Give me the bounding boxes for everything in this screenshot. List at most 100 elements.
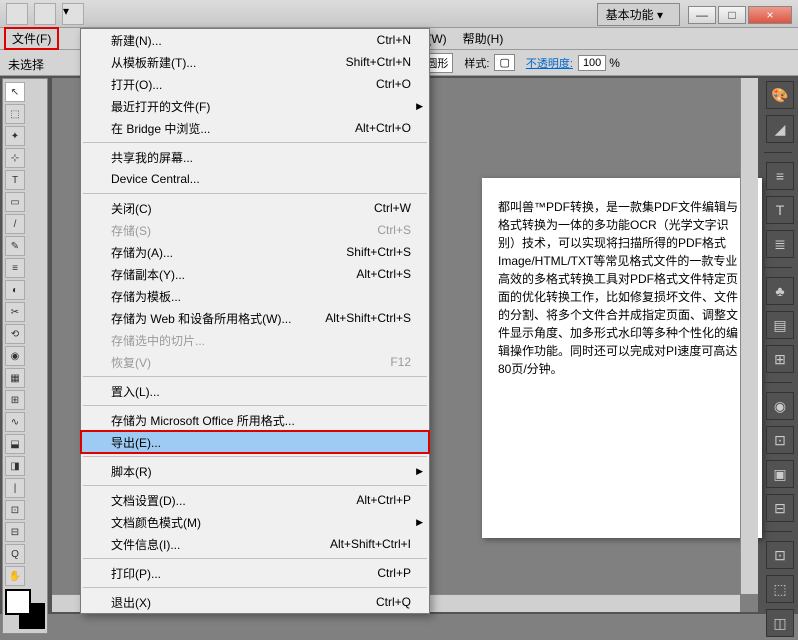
minimize-button[interactable]: —	[688, 6, 716, 24]
submenu-arrow-icon: ▶	[416, 466, 423, 477]
menu-item-label: 存储(S)	[111, 222, 377, 239]
panel-icon-8[interactable]: ◉	[766, 392, 794, 420]
tool-6[interactable]: /	[5, 214, 25, 234]
menu-item-shortcut: Ctrl+P	[377, 566, 411, 580]
right-panel-dock: 🎨 ◢ ≡ T ≣ ♣ ▤ ⊞ ◉ ⊡ ▣ ⊟ ⊡ ⬚ ◫	[764, 78, 796, 640]
menu-item-26[interactable]: 文档颜色模式(M)▶	[81, 511, 429, 533]
menu-item-shortcut: Alt+Ctrl+O	[355, 121, 411, 135]
panel-icon-2[interactable]: ≡	[766, 162, 794, 190]
menu-separator	[83, 558, 427, 559]
menu-item-0[interactable]: 新建(N)...Ctrl+N	[81, 29, 429, 51]
menu-item-7[interactable]: Device Central...	[81, 168, 429, 190]
tool-10[interactable]: ✂	[5, 302, 25, 322]
menu-separator	[83, 376, 427, 377]
tool-18[interactable]: |	[5, 478, 25, 498]
tool-9[interactable]: ◐	[5, 280, 25, 300]
vertical-scrollbar[interactable]	[740, 78, 758, 594]
style-field[interactable]: ▢	[494, 54, 514, 71]
tool-16[interactable]: ⬓	[5, 434, 25, 454]
menu-separator	[83, 587, 427, 588]
menu-file[interactable]: 文件(F)	[4, 27, 59, 50]
menu-item-1[interactable]: 从模板新建(T)...Shift+Ctrl+N	[81, 51, 429, 73]
tool-14[interactable]: ⊞	[5, 390, 25, 410]
panel-icon-6[interactable]: ▤	[766, 311, 794, 339]
menu-item-shortcut: Shift+Ctrl+S	[346, 245, 411, 259]
arrange-icon[interactable]	[34, 3, 56, 25]
maximize-button[interactable]: □	[718, 6, 746, 24]
panel-icon-1[interactable]: ◢	[766, 115, 794, 143]
menu-item-label: Device Central...	[111, 172, 411, 186]
tool-15[interactable]: ∿	[5, 412, 25, 432]
tool-20[interactable]: ⊟	[5, 522, 25, 542]
opacity-field[interactable]: 100	[578, 55, 606, 71]
panel-icon-11[interactable]: ⊟	[766, 494, 794, 522]
opacity-label[interactable]: 不透明度:	[526, 55, 573, 71]
panel-icon-3[interactable]: T	[766, 196, 794, 224]
artboard[interactable]: 都叫兽™PDF转换，是一款集PDF文件编辑与格式转换为一体的多功能OCR（光学文…	[482, 178, 762, 538]
panel-icon-7[interactable]: ⊞	[766, 345, 794, 373]
panel-icon-4[interactable]: ≣	[766, 230, 794, 258]
tool-4[interactable]: T	[5, 170, 25, 190]
menu-item-3[interactable]: 最近打开的文件(F)▶	[81, 95, 429, 117]
tool-17[interactable]: ◨	[5, 456, 25, 476]
tool-7[interactable]: ✎	[5, 236, 25, 256]
menu-item-shortcut: Ctrl+S	[377, 223, 411, 237]
workspace-switcher[interactable]: 基本功能 ▾	[597, 3, 680, 26]
menu-item-29[interactable]: 打印(P)...Ctrl+P	[81, 562, 429, 584]
tool-12[interactable]: ◉	[5, 346, 25, 366]
menu-item-4[interactable]: 在 Bridge 中浏览...Alt+Ctrl+O	[81, 117, 429, 139]
menu-item-18[interactable]: 置入(L)...	[81, 380, 429, 402]
tool-13[interactable]: ▦	[5, 368, 25, 388]
menu-item-shortcut: Ctrl+W	[374, 201, 411, 215]
menu-item-9[interactable]: 关闭(C)Ctrl+W	[81, 197, 429, 219]
menu-item-13[interactable]: 存储为模板...	[81, 285, 429, 307]
tool-22[interactable]: ✋	[5, 566, 25, 586]
tool-5[interactable]: ▭	[5, 192, 25, 212]
menu-item-14[interactable]: 存储为 Web 和设备所用格式(W)...Alt+Shift+Ctrl+S	[81, 307, 429, 329]
panel-icon-13[interactable]: ⬚	[766, 575, 794, 603]
document-text: 都叫兽™PDF转换，是一款集PDF文件编辑与格式转换为一体的多功能OCR（光学文…	[482, 178, 762, 398]
menu-item-6[interactable]: 共享我的屏幕...	[81, 146, 429, 168]
menu-help[interactable]: 帮助(H)	[455, 28, 512, 49]
menu-item-25[interactable]: 文档设置(D)...Alt+Ctrl+P	[81, 489, 429, 511]
menu-item-label: 存储选中的切片...	[111, 332, 411, 349]
menu-item-label: 脚本(R)	[111, 463, 411, 480]
tool-0[interactable]: ↖	[5, 82, 25, 102]
menu-item-shortcut: Ctrl+O	[376, 77, 411, 91]
layout-dropdown-icon[interactable]: ▾	[62, 3, 84, 25]
panel-icon-0[interactable]: 🎨	[766, 81, 794, 109]
menu-item-label: 最近打开的文件(F)	[111, 98, 411, 115]
menu-item-2[interactable]: 打开(O)...Ctrl+O	[81, 73, 429, 95]
menu-item-label: 存储为 Microsoft Office 所用格式...	[111, 412, 411, 429]
menu-item-27[interactable]: 文件信息(I)...Alt+Shift+Ctrl+I	[81, 533, 429, 555]
menu-item-label: 导出(E)...	[111, 434, 411, 451]
menu-separator	[83, 193, 427, 194]
tool-3[interactable]: ⊹	[5, 148, 25, 168]
tool-11[interactable]: ⟲	[5, 324, 25, 344]
menu-item-label: 共享我的屏幕...	[111, 149, 411, 166]
menu-item-12[interactable]: 存储副本(Y)...Alt+Ctrl+S	[81, 263, 429, 285]
menu-item-23[interactable]: 脚本(R) ▶	[81, 460, 429, 482]
menu-item-20[interactable]: 存储为 Microsoft Office 所用格式...	[81, 409, 429, 431]
menu-item-label: 打开(O)...	[111, 76, 376, 93]
panel-icon-9[interactable]: ⊡	[766, 426, 794, 454]
tool-21[interactable]: Q	[5, 544, 25, 564]
panel-icon-12[interactable]: ⊡	[766, 541, 794, 569]
menu-item-shortcut: Shift+Ctrl+N	[346, 55, 411, 69]
workspace-label: 基本功能	[606, 8, 654, 22]
menu-item-11[interactable]: 存储为(A)...Shift+Ctrl+S	[81, 241, 429, 263]
tool-2[interactable]: ✦	[5, 126, 25, 146]
panel-icon-5[interactable]: ♣	[766, 277, 794, 305]
menu-item-31[interactable]: 退出(X)Ctrl+Q	[81, 591, 429, 613]
menu-item-label: 置入(L)...	[111, 383, 411, 400]
panel-icon-10[interactable]: ▣	[766, 460, 794, 488]
color-swatch[interactable]	[5, 589, 45, 629]
menu-item-label: 从模板新建(T)...	[111, 54, 346, 71]
panel-icon-14[interactable]: ◫	[766, 609, 794, 637]
close-button[interactable]: ×	[748, 6, 792, 24]
tool-19[interactable]: ⊡	[5, 500, 25, 520]
menu-item-21[interactable]: 导出(E)...	[81, 431, 429, 453]
tool-1[interactable]: ⬚	[5, 104, 25, 124]
tool-8[interactable]: ≡	[5, 258, 25, 278]
file-menu-dropdown: 新建(N)...Ctrl+N从模板新建(T)...Shift+Ctrl+N打开(…	[80, 28, 430, 614]
